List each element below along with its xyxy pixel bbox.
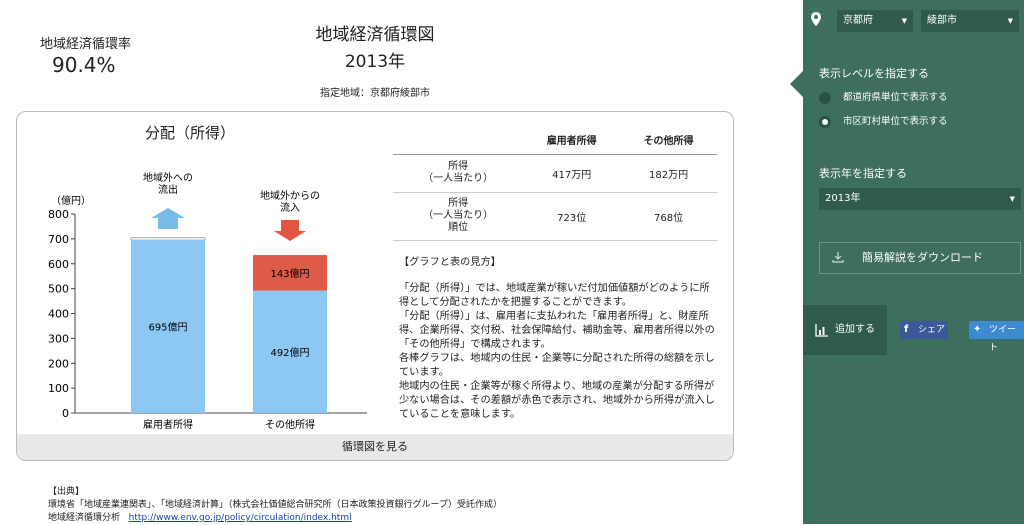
table-cell: 417万円	[523, 154, 621, 193]
inflow-label: 流入	[280, 201, 300, 214]
table-header-empty	[393, 126, 524, 155]
prefecture-value: 京都府	[843, 15, 873, 26]
chevron-down-icon: ▼	[1009, 195, 1015, 203]
table-row: 所得 （一人当たり） 順位 723位 768位	[393, 192, 717, 241]
level-option-city[interactable]: 市区町村単位で表示する	[819, 115, 948, 129]
explanation-paragraph: 地域内の住民・企業等が稼ぐ所得より、地域の産業が分配する所得が少ない場合は、その…	[399, 381, 715, 420]
distribution-chart: （億円） 0 100 200 300 400 500 600 700 800 695億円雇用者所得 4…	[48, 171, 367, 431]
main-content: 地域経済循環率 90.4% 地域経済循環図 2013年 指定地域：京都府綾部市 …	[0, 0, 790, 524]
table-cell: 182万円	[620, 154, 717, 193]
download-label: 簡易解説をダウンロード	[862, 251, 983, 264]
explanation-paragraph: 各棒グラフは、地域内の住民・企業等に分配された所得の総額を示しています。	[399, 353, 715, 378]
table-row: 所得 （一人当たり） 417万円 182万円	[393, 154, 717, 193]
city-value: 綾部市	[927, 15, 957, 26]
row-label: 所得 （一人当たり）	[393, 154, 524, 193]
twitter-share-button[interactable]: ✦ ツイート	[969, 321, 1024, 353]
y-tick-label: 300	[48, 332, 69, 345]
x-tick-label: 雇用者所得	[143, 418, 193, 431]
explanation-paragraph: 「分配（所得）」では、地域産業が稼いだ付加価値額がどのように所得として分配された…	[399, 283, 710, 308]
explanation: 【グラフと表の見方】 「分配（所得）」では、地域産業が稼いだ付加価値額がどのよう…	[399, 256, 717, 422]
page-year: 2013年	[344, 52, 406, 72]
distribution-card: 分配（所得） （億円） 0 100 200 300 400 500 600 700 800 695億…	[16, 111, 734, 461]
region-label: 指定地域：京都府綾部市	[320, 88, 430, 99]
add-label: 追加する	[835, 324, 875, 335]
explanation-heading: 【グラフと表の見方】	[399, 257, 501, 268]
arrow-down-icon	[274, 220, 306, 241]
table-cell: 768位	[620, 192, 717, 241]
y-axis-label: （億円）	[51, 194, 91, 207]
sidebar: 京都府 ▼ 綾部市 ▼ 表示レベルを指定する 都道府県単位で表示する 市区町村単…	[803, 0, 1024, 524]
source-line: 環境省「地域産業連関表」、「地域経済計算」（株式会社価値総合研究所（日本政策投資…	[48, 500, 502, 510]
source-section: 【出典】 環境省「地域産業連関表」、「地域経済計算」（株式会社価値総合研究所（日…	[48, 486, 502, 525]
page-title: 地域経済循環図	[315, 25, 435, 45]
chart-add-icon	[815, 324, 828, 337]
source-label: 地域経済循環分析	[48, 513, 121, 523]
facebook-icon: f	[904, 324, 909, 335]
outflow-label: 流出	[158, 183, 178, 196]
table-header-employee: 雇用者所得	[523, 126, 621, 155]
income-table: 雇用者所得 その他所得 所得 （一人当たり） 417万円 182万円 所得 （一…	[393, 126, 717, 241]
arrow-up-icon	[151, 208, 185, 229]
y-tick-label: 100	[48, 382, 69, 395]
prefecture-select[interactable]: 京都府 ▼	[837, 10, 913, 32]
level-option-prefecture[interactable]: 都道府県単位で表示する	[819, 91, 948, 105]
inflow-label: 地域外からの	[260, 189, 320, 202]
explanation-paragraph: 「分配（所得）」は、雇用者に支払われた「雇用者所得」と、財産所得、企業所得、交付…	[399, 311, 715, 350]
bar-value-label: 143億円	[270, 267, 309, 280]
source-heading: 【出典】	[48, 487, 85, 497]
table-header-other: その他所得	[620, 126, 717, 155]
level-label: 表示レベルを指定する	[819, 67, 929, 80]
year-label: 表示年を指定する	[819, 167, 907, 180]
bar-value-label: 695億円	[148, 321, 187, 334]
sidebar-pointer	[790, 70, 804, 98]
facebook-share-button[interactable]: f シェア	[900, 321, 948, 339]
city-select[interactable]: 綾部市 ▼	[921, 10, 1019, 32]
download-guide-button[interactable]: 簡易解説をダウンロード	[819, 242, 1021, 274]
add-button[interactable]: 追加する	[803, 305, 887, 355]
year-value: 2013年	[825, 193, 861, 204]
table-cell: 723位	[523, 192, 621, 241]
view-circulation-button[interactable]: 循環図を見る	[17, 434, 733, 460]
radio-button-selected[interactable]	[819, 116, 831, 128]
outflow-cap	[130, 237, 206, 241]
y-tick-label: 500	[48, 283, 69, 296]
bar-value-label: 492億円	[270, 346, 309, 359]
y-tick-label: 400	[48, 308, 69, 321]
location-pin-icon	[811, 12, 821, 26]
x-tick-label: その他所得	[265, 418, 315, 431]
outflow-label: 地域外への	[143, 171, 193, 184]
y-tick-label: 600	[48, 258, 69, 271]
download-icon	[832, 252, 844, 263]
twitter-icon: ✦	[973, 324, 982, 335]
share-bar: 追加する f シェア ✦ ツイート	[803, 305, 1024, 355]
chevron-down-icon: ▼	[901, 17, 907, 25]
source-line-2: 地域経済循環分析 http://www.env.go.jp/policy/cir…	[48, 512, 502, 525]
row-label: 所得 （一人当たり） 順位	[393, 192, 524, 241]
y-tick-label: 0	[62, 407, 69, 420]
y-tick-label: 200	[48, 357, 69, 370]
chevron-down-icon: ▼	[1007, 17, 1013, 25]
year-select[interactable]: 2013年 ▼	[819, 188, 1021, 210]
source-link[interactable]: http://www.env.go.jp/policy/circulation/…	[129, 513, 352, 523]
y-tick-label: 700	[48, 233, 69, 246]
radio-button[interactable]	[819, 92, 831, 104]
y-tick-label: 800	[48, 208, 69, 221]
